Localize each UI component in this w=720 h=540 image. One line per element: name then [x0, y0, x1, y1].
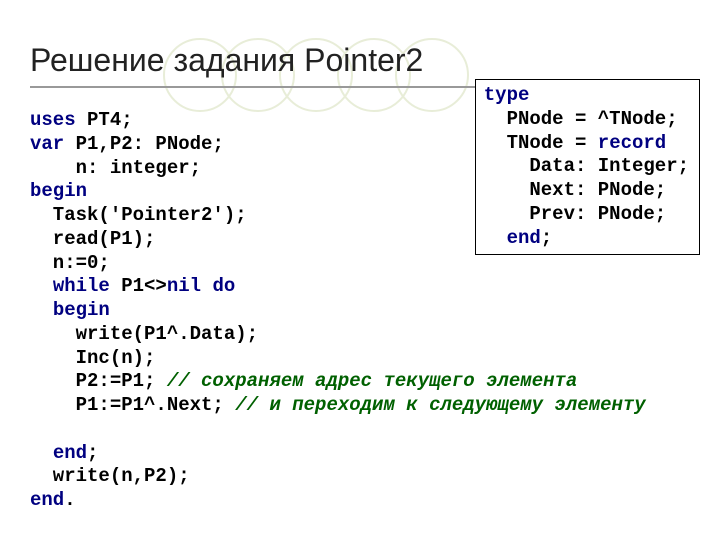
code-text: ;: [87, 442, 98, 464]
code-text: write(P1^.Data);: [30, 323, 258, 345]
kw-end3: end: [507, 227, 541, 249]
type-text: Prev: PNode;: [484, 203, 666, 225]
code-text: P2:=P1;: [30, 370, 167, 392]
code-text: [30, 299, 53, 321]
type-text: PNode = ^TNode;: [484, 108, 678, 130]
code-text: P1<>: [110, 275, 167, 297]
kw-nil: nil: [167, 275, 201, 297]
code-text: Inc(n);: [30, 347, 155, 369]
type-text: Next: PNode;: [484, 179, 666, 201]
code-text: write(n,P2);: [30, 465, 190, 487]
code-text: Task('Pointer2');: [30, 204, 247, 226]
kw-type: type: [484, 84, 530, 106]
kw-var: var: [30, 133, 64, 155]
code-text: PT4;: [76, 109, 133, 131]
kw-do: do: [212, 275, 235, 297]
comment: // сохраняем адрес текущего элемента: [167, 370, 577, 392]
code-text: P1,P2: PNode;: [64, 133, 224, 155]
kw-record: record: [598, 132, 666, 154]
code-text: n: integer;: [30, 157, 201, 179]
kw-end: end: [53, 442, 87, 464]
code-text: P1:=P1^.Next;: [30, 394, 235, 416]
kw-begin2: begin: [53, 299, 110, 321]
code-text: [201, 275, 212, 297]
code-text: n:=0;: [30, 252, 110, 274]
kw-uses: uses: [30, 109, 76, 131]
kw-end2: end: [30, 489, 64, 511]
code-text: [30, 442, 53, 464]
type-text: Data: Integer;: [484, 155, 689, 177]
page-title: Решение задания Pointer2: [30, 42, 720, 79]
type-text: TNode =: [484, 132, 598, 154]
kw-while: while: [53, 275, 110, 297]
comment: // и переходим к следующему элементу: [235, 394, 645, 416]
code-text: read(P1);: [30, 228, 155, 250]
code-text: .: [64, 489, 75, 511]
kw-begin: begin: [30, 180, 87, 202]
code-text: [30, 275, 53, 297]
code-blank: [30, 418, 41, 440]
type-definition-box: type PNode = ^TNode; TNode = record Data…: [475, 79, 700, 255]
type-text: [484, 227, 507, 249]
type-text: ;: [541, 227, 552, 249]
